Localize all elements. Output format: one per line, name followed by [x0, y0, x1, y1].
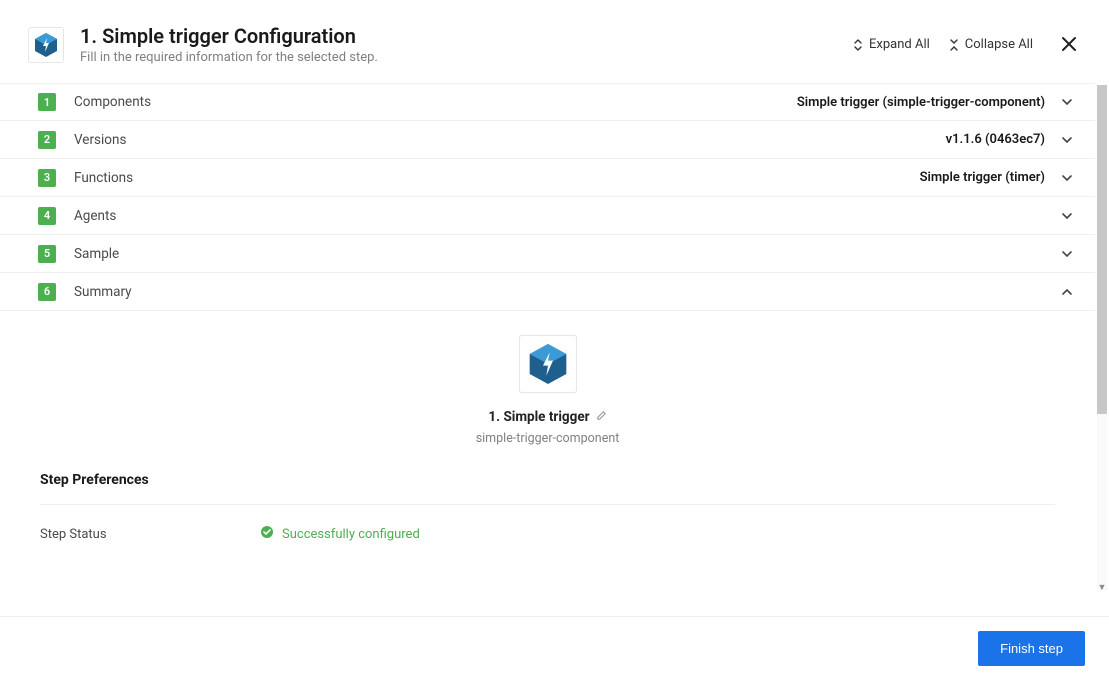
section-label: Sample: [74, 246, 1045, 262]
trigger-hexagon-icon: [28, 27, 64, 63]
step-number-badge: 3: [38, 169, 56, 187]
step-number-badge: 6: [38, 283, 56, 301]
success-check-icon: [260, 525, 274, 543]
scrollbar-down-arrow-icon[interactable]: ▼: [1097, 581, 1107, 593]
section-functions[interactable]: 3 Functions Simple trigger (timer): [0, 159, 1095, 197]
step-status-value: Successfully configured: [282, 527, 420, 542]
section-label: Functions: [74, 170, 920, 186]
chevron-down-icon: [1061, 210, 1073, 222]
section-value: Simple trigger (simple-trigger-component…: [797, 95, 1045, 110]
collapse-all-label: Collapse All: [965, 37, 1033, 52]
chevron-down-icon: [1061, 134, 1073, 146]
section-label: Agents: [74, 208, 1045, 224]
summary-title: 1. Simple trigger: [488, 409, 589, 425]
section-label: Components: [74, 94, 797, 110]
section-label: Versions: [74, 132, 946, 148]
section-value: Simple trigger (timer): [920, 170, 1045, 185]
page-subtitle: Fill in the required information for the…: [80, 50, 852, 65]
scrollbar-thumb[interactable]: [1097, 85, 1107, 414]
trigger-hexagon-icon: [519, 335, 577, 393]
step-number-badge: 4: [38, 207, 56, 225]
dialog-header: 1. Simple trigger Configuration Fill in …: [0, 0, 1109, 83]
section-label: Summary: [74, 284, 1045, 300]
section-value: v1.1.6 (0463ec7): [946, 132, 1045, 147]
content-scroll-region: 1 Components Simple trigger (simple-trig…: [0, 83, 1109, 593]
step-number-badge: 2: [38, 131, 56, 149]
expand-all-label: Expand All: [869, 37, 930, 52]
chevron-down-icon: [1061, 172, 1073, 184]
chevron-down-icon: [1061, 96, 1073, 108]
close-button[interactable]: [1057, 33, 1081, 57]
finish-step-button[interactable]: Finish step: [978, 631, 1085, 666]
section-summary[interactable]: 6 Summary: [0, 273, 1095, 311]
step-number-badge: 5: [38, 245, 56, 263]
close-icon: [1061, 36, 1077, 52]
edit-icon[interactable]: [596, 410, 607, 424]
summary-subtitle: simple-trigger-component: [40, 431, 1055, 446]
page-title: 1. Simple trigger Configuration: [80, 24, 852, 48]
summary-panel: 1. Simple trigger simple-trigger-compone…: [0, 311, 1095, 563]
section-sample[interactable]: 5 Sample: [0, 235, 1095, 273]
chevron-down-icon: [1061, 248, 1073, 260]
step-number-badge: 1: [38, 93, 56, 111]
section-components[interactable]: 1 Components Simple trigger (simple-trig…: [0, 83, 1095, 121]
chevron-up-icon: [1061, 286, 1073, 298]
collapse-all-button[interactable]: Collapse All: [948, 37, 1033, 52]
expand-all-icon: [852, 39, 864, 51]
dialog-footer: Finish step: [0, 616, 1109, 680]
step-status-row: Step Status Successfully configured: [40, 525, 1055, 553]
section-agents[interactable]: 4 Agents: [0, 197, 1095, 235]
step-preferences-heading: Step Preferences: [40, 472, 1055, 505]
step-status-label: Step Status: [40, 527, 260, 542]
section-versions[interactable]: 2 Versions v1.1.6 (0463ec7): [0, 121, 1095, 159]
collapse-all-icon: [948, 39, 960, 51]
expand-all-button[interactable]: Expand All: [852, 37, 930, 52]
scrollbar-track[interactable]: ▼: [1097, 85, 1107, 591]
